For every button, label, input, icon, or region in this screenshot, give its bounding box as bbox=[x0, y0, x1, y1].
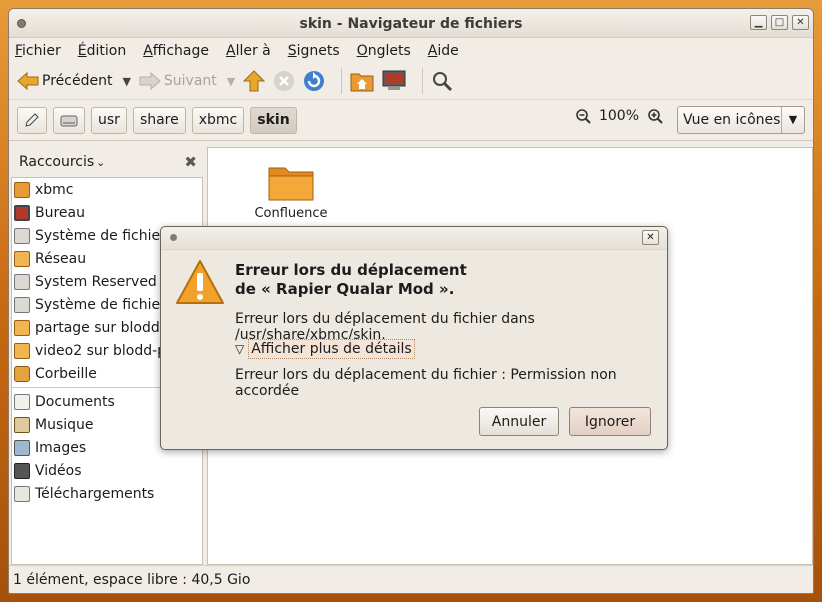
computer-button[interactable] bbox=[382, 70, 406, 92]
status-text: 1 élément, espace libre : 40,5 Gio bbox=[13, 571, 251, 588]
up-button[interactable] bbox=[243, 70, 266, 92]
edit-location-button[interactable] bbox=[17, 106, 47, 134]
cancel-button[interactable]: Annuler bbox=[479, 407, 559, 436]
crumb-share[interactable]: share bbox=[132, 106, 186, 134]
crumb-root[interactable] bbox=[53, 106, 85, 134]
zoom-control: 100% bbox=[575, 108, 663, 124]
main-toolbar: Précédent ▼ Suivant ▼ bbox=[9, 63, 813, 100]
home-folder-icon bbox=[350, 73, 374, 92]
status-bar: 1 élément, espace libre : 40,5 Gio bbox=[9, 565, 813, 593]
file-item-confluence[interactable]: Confluence bbox=[252, 162, 330, 221]
computer-icon bbox=[382, 70, 406, 90]
videos-folder-icon bbox=[14, 462, 30, 479]
back-button[interactable]: Précédent ▼ bbox=[17, 71, 131, 91]
chevron-down-icon[interactable]: ▼ bbox=[227, 75, 235, 88]
chevron-down-icon[interactable]: ▼ bbox=[122, 75, 130, 88]
dialog-close-button[interactable]: ✕ bbox=[642, 230, 659, 245]
warning-icon bbox=[176, 260, 224, 304]
home-folder-icon bbox=[14, 181, 30, 198]
crumb-skin[interactable]: skin bbox=[250, 106, 297, 134]
triangle-down-icon: ▽ bbox=[235, 342, 245, 356]
network-folder-icon bbox=[14, 319, 30, 336]
search-button[interactable] bbox=[431, 70, 453, 92]
toolbar-separator bbox=[422, 68, 424, 94]
menu-aller-a[interactable]: Aller à bbox=[226, 43, 271, 59]
zoom-in-icon[interactable] bbox=[647, 108, 663, 124]
minimize-button[interactable]: ▁ bbox=[750, 15, 767, 30]
sidebar-header[interactable]: Raccourcis ⌄ ✖ bbox=[9, 147, 205, 177]
maximize-button[interactable]: □ bbox=[771, 15, 788, 30]
location-bar: usr share xbmc skin 100% Vue en icônes ▼ bbox=[9, 100, 813, 141]
trash-icon bbox=[14, 365, 30, 382]
forward-button[interactable]: Suivant ▼ bbox=[139, 71, 235, 91]
sidebar-item-xbmc[interactable]: xbmc bbox=[12, 178, 202, 201]
reload-icon bbox=[304, 71, 325, 91]
chevron-down-icon: ⌄ bbox=[96, 155, 106, 169]
details-expander[interactable]: ▽ Afficher plus de détails bbox=[235, 339, 415, 359]
drive-icon bbox=[14, 296, 30, 313]
music-folder-icon bbox=[14, 416, 30, 433]
sidebar-item-videos[interactable]: Vidéos bbox=[12, 459, 202, 482]
menu-aide[interactable]: Aide bbox=[428, 43, 459, 59]
titlebar[interactable]: skin - Navigateur de fichiers ▁ □ ✕ bbox=[9, 9, 813, 38]
stop-button[interactable] bbox=[273, 70, 295, 92]
drive-icon bbox=[60, 115, 78, 127]
arrow-up-icon bbox=[243, 70, 266, 92]
menu-edition[interactable]: Édition bbox=[78, 43, 126, 59]
folder-icon bbox=[268, 167, 314, 201]
file-label: Confluence bbox=[254, 206, 328, 221]
close-window-button[interactable]: ✕ bbox=[792, 15, 809, 30]
dialog-detail: Erreur lors du déplacement du fichier : … bbox=[235, 367, 617, 399]
arrow-left-icon bbox=[17, 71, 39, 91]
stop-icon bbox=[274, 71, 295, 91]
sidebar-item-bureau[interactable]: Bureau bbox=[12, 201, 202, 224]
error-dialog: ✕ Erreur lors du déplacement de « Rapier… bbox=[160, 226, 668, 450]
pencil-icon bbox=[25, 113, 39, 127]
desktop-icon bbox=[14, 204, 30, 221]
zoom-level[interactable]: 100% bbox=[599, 108, 639, 124]
menu-fichier[interactable]: Fichier bbox=[15, 43, 61, 59]
ignore-button[interactable]: Ignorer bbox=[569, 407, 651, 436]
window-title: skin - Navigateur de fichiers bbox=[299, 16, 523, 32]
view-mode-select[interactable]: Vue en icônes ▼ bbox=[677, 106, 805, 134]
pictures-folder-icon bbox=[14, 439, 30, 456]
arrow-right-icon bbox=[139, 71, 161, 91]
menu-affichage[interactable]: Affichage bbox=[143, 43, 209, 59]
search-icon bbox=[433, 72, 453, 92]
drive-icon bbox=[14, 227, 30, 244]
close-icon[interactable]: ✖ bbox=[184, 153, 197, 171]
crumb-xbmc[interactable]: xbmc bbox=[191, 106, 245, 134]
menu-onglets[interactable]: Onglets bbox=[357, 43, 411, 59]
reload-button[interactable] bbox=[303, 70, 325, 92]
chevron-down-icon: ▼ bbox=[781, 107, 804, 133]
dialog-titlebar[interactable]: ✕ bbox=[161, 227, 667, 250]
zoom-out-icon[interactable] bbox=[575, 108, 591, 124]
documents-folder-icon bbox=[14, 393, 30, 410]
menu-signets[interactable]: Signets bbox=[288, 43, 340, 59]
downloads-folder-icon bbox=[14, 485, 30, 502]
toolbar-separator bbox=[341, 68, 343, 94]
network-folder-icon bbox=[14, 250, 30, 267]
dialog-heading: Erreur lors du déplacement de « Rapier Q… bbox=[235, 261, 467, 298]
home-button[interactable] bbox=[350, 70, 374, 92]
network-folder-icon bbox=[14, 342, 30, 359]
sidebar-item-downloads[interactable]: Téléchargements bbox=[12, 482, 202, 505]
menubar: Fichier Édition Affichage Aller à Signet… bbox=[9, 38, 813, 63]
drive-icon bbox=[14, 273, 30, 290]
crumb-usr[interactable]: usr bbox=[91, 106, 127, 134]
window-menu-icon[interactable] bbox=[170, 234, 177, 241]
